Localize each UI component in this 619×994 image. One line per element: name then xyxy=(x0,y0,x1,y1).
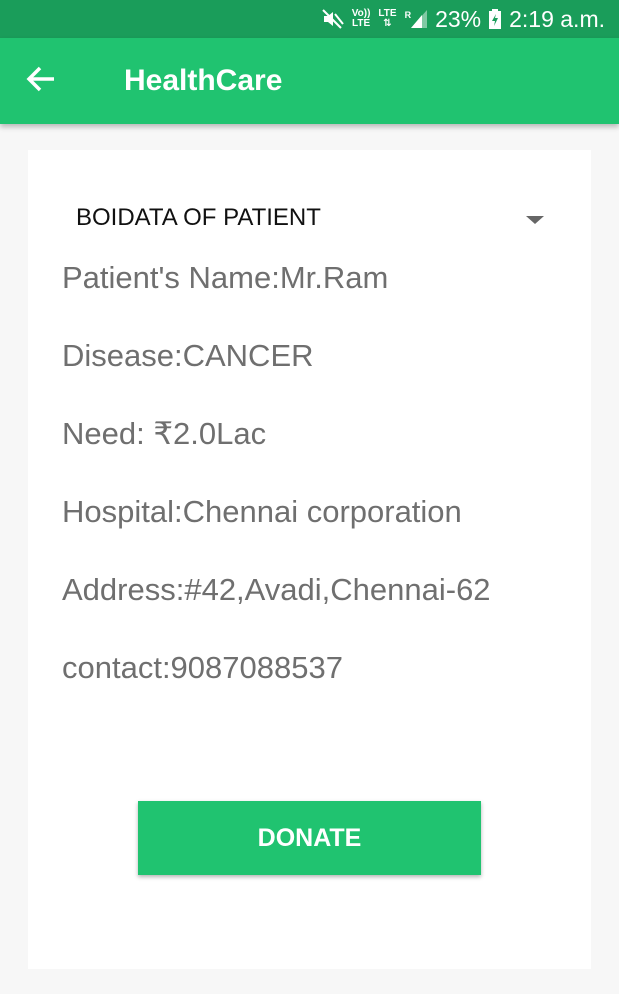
battery-charging-icon xyxy=(489,9,502,29)
back-button[interactable] xyxy=(0,38,82,124)
status-bar: Vo)) LTE LTE ⇅ R 23% 2:19 a.m. xyxy=(0,0,619,38)
signal-icon: R xyxy=(405,10,428,28)
spinner-selected-label: BOIDATA OF PATIENT xyxy=(76,204,321,231)
patient-card: BOIDATA OF PATIENT Patient's Name:Mr.Ram… xyxy=(28,150,591,969)
patient-disease: Disease:CANCER xyxy=(62,338,314,373)
patient-hospital: Hospital:Chennai corporation xyxy=(62,494,462,529)
biodata-spinner[interactable]: BOIDATA OF PATIENT xyxy=(76,198,544,238)
page-title: HealthCare xyxy=(124,64,283,97)
battery-percent: 23% xyxy=(435,5,482,32)
lte-indicator: LTE ⇅ xyxy=(378,8,397,29)
patient-need: Need: ₹2.0Lac xyxy=(62,416,267,451)
volte-indicator: Vo)) LTE xyxy=(351,8,371,29)
clock: 2:19 a.m. xyxy=(509,5,605,32)
app-bar: HealthCare xyxy=(0,38,619,124)
patient-contact: contact:9087088537 xyxy=(62,650,343,685)
patient-address: Address:#42,Avadi,Chennai-62 xyxy=(62,572,491,607)
mute-icon xyxy=(321,9,344,29)
arrow-left-icon xyxy=(26,66,56,97)
dropdown-arrow-icon xyxy=(526,216,544,224)
patient-name: Patient's Name:Mr.Ram xyxy=(62,260,389,295)
donate-button[interactable]: DONATE xyxy=(138,801,481,875)
